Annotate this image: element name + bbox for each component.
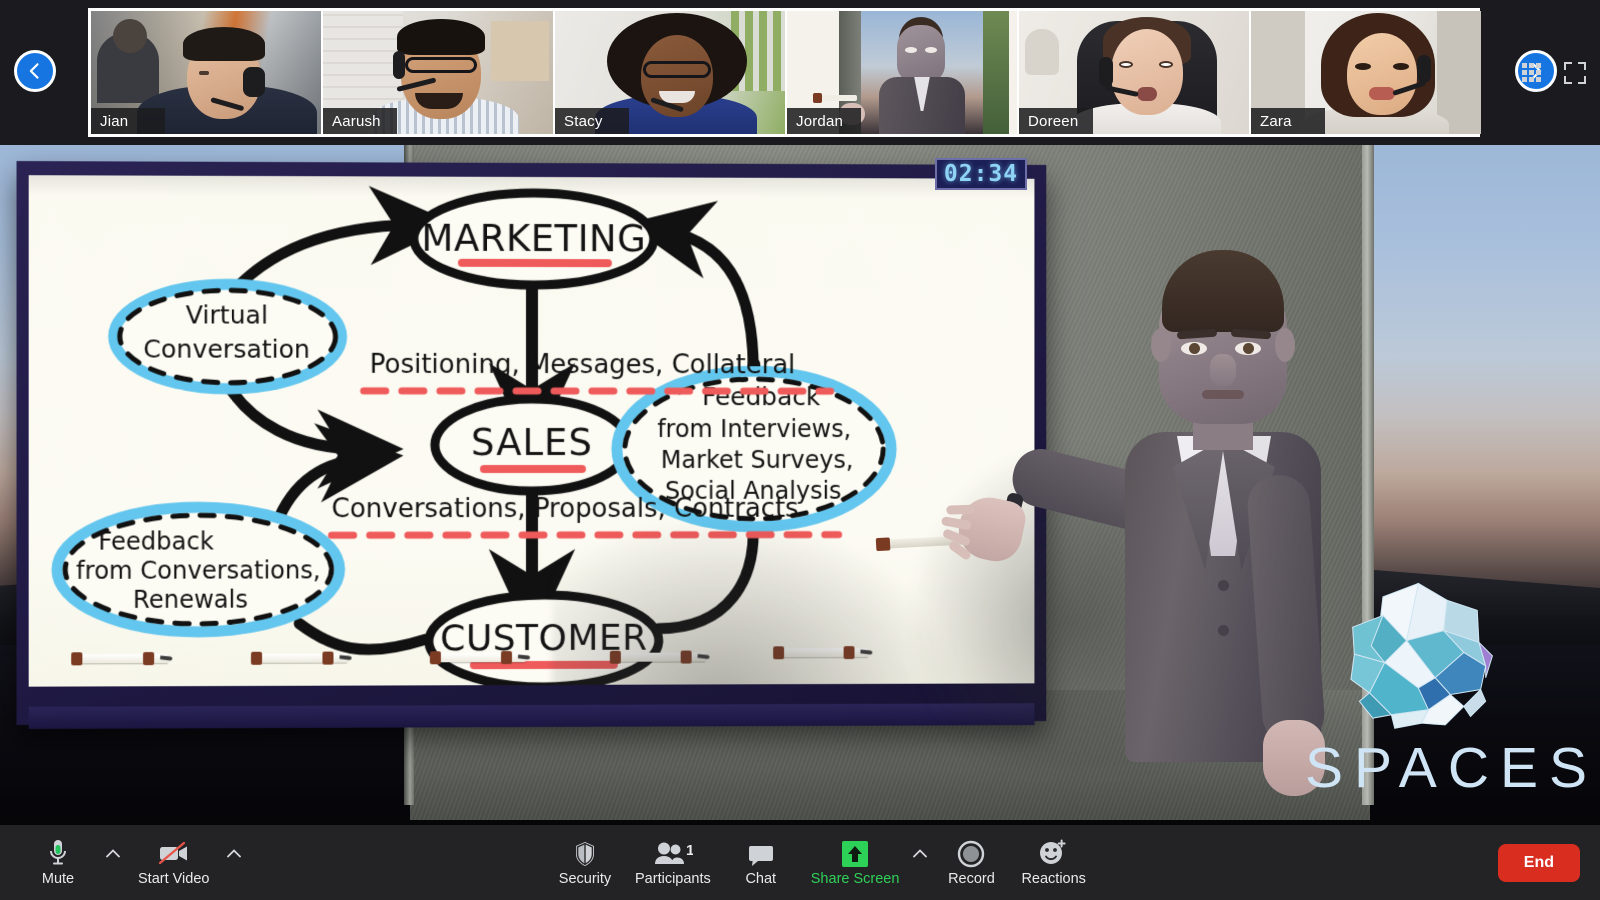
end-meeting-button[interactable]: End xyxy=(1497,843,1580,882)
edge-label-marketing-sales: Positioning, Messages, Collateral xyxy=(370,350,796,380)
participant-name: Zara xyxy=(1251,108,1325,134)
spaces-branding: SPACES xyxy=(1305,575,1595,825)
microphone-icon xyxy=(47,838,69,868)
chevron-left-icon xyxy=(29,63,39,79)
chevron-up-icon xyxy=(106,849,120,858)
shared-vr-stage: MARKETING SALES CUSTOMER Virtual Convers… xyxy=(0,145,1600,825)
filmstrip-view-controls xyxy=(1518,0,1588,145)
video-settings-caret[interactable] xyxy=(223,825,245,900)
record-circle-icon xyxy=(957,838,985,868)
start-video-label: Start Video xyxy=(138,871,210,888)
whiteboard-marker[interactable] xyxy=(71,652,173,666)
whiteboard-marker[interactable] xyxy=(429,651,531,665)
participant-tile-jordan[interactable]: Jordan xyxy=(787,11,1017,134)
whiteboard-ledge xyxy=(28,703,1035,729)
audio-settings-caret[interactable] xyxy=(102,825,124,900)
bubble-line-research-1: Feedback xyxy=(702,382,821,411)
whiteboard-marker[interactable] xyxy=(250,651,352,665)
participant-tile-stacy[interactable]: Stacy xyxy=(555,11,785,134)
mute-button[interactable]: Mute xyxy=(18,825,98,900)
toolbar-center-group: Security 1 Participants Chat Share Scree… xyxy=(545,825,1096,900)
record-label: Record xyxy=(948,871,995,888)
participant-filmstrip: Jian Aarush Stacy Jordan Doreen Zara xyxy=(0,0,1600,145)
session-timer: 02:34 xyxy=(935,158,1027,190)
participant-name: Jian xyxy=(91,108,165,134)
bubble-line-virtual-1: Virtual xyxy=(186,300,268,329)
participant-name: Aarush xyxy=(323,108,397,134)
record-button[interactable]: Record xyxy=(931,825,1011,900)
bubble-line-research-3: Market Surveys, xyxy=(661,446,854,474)
reactions-label: Reactions xyxy=(1021,871,1086,888)
people-icon: 1 xyxy=(653,838,693,868)
spaces-logo-icon xyxy=(1350,582,1493,729)
reactions-button[interactable]: Reactions xyxy=(1011,825,1095,900)
bubble-line-conv-2: from Conversations, xyxy=(76,556,320,584)
bubble-line-research-2: from Interviews, xyxy=(657,415,851,443)
share-options-caret[interactable] xyxy=(909,825,931,900)
smiley-plus-icon xyxy=(1038,838,1070,868)
bubble-line-virtual-2: Conversation xyxy=(143,335,310,364)
mute-label: Mute xyxy=(41,871,75,888)
share-up-arrow-icon xyxy=(841,838,869,868)
filmstrip-tiles: Jian Aarush Stacy Jordan Doreen Zara xyxy=(88,8,1481,137)
participant-name: Jordan xyxy=(787,108,861,134)
participant-tile-aarush[interactable]: Aarush xyxy=(323,11,553,134)
node-label-sales: SALES xyxy=(471,422,593,465)
toolbar-right-group: End xyxy=(1497,825,1580,900)
bubble-line-conv-3: Renewals xyxy=(133,586,248,614)
spaces-wordmark: SPACES xyxy=(1305,736,1599,800)
chat-bubble-icon xyxy=(748,838,774,868)
whiteboard-surface: MARKETING SALES CUSTOMER Virtual Convers… xyxy=(29,175,1035,686)
node-label-marketing: MARKETING xyxy=(421,217,646,260)
svg-text:1: 1 xyxy=(686,842,693,859)
fullscreen-button[interactable] xyxy=(1562,60,1588,86)
participant-tile-zara[interactable]: Zara xyxy=(1251,11,1481,134)
filmstrip-prev-button[interactable] xyxy=(14,50,56,92)
shield-icon xyxy=(573,838,597,868)
security-button[interactable]: Security xyxy=(545,825,625,900)
participant-name: Stacy xyxy=(555,108,629,134)
chat-label: Chat xyxy=(745,871,777,888)
toolbar-left-group: Mute Start Video xyxy=(18,825,245,900)
chevron-up-icon xyxy=(913,849,928,858)
grid-icon xyxy=(1521,63,1541,82)
video-off-icon xyxy=(157,838,191,868)
chevron-up-icon xyxy=(227,849,242,858)
participant-name: Doreen xyxy=(1019,108,1093,134)
share-screen-button[interactable]: Share Screen xyxy=(801,825,910,900)
zoom-meeting-window: Jian Aarush Stacy Jordan Doreen Zara MAR… xyxy=(0,0,1600,900)
expand-icon xyxy=(1564,61,1586,84)
participants-button[interactable]: 1 Participants xyxy=(625,825,721,900)
chat-button[interactable]: Chat xyxy=(721,825,801,900)
participant-tile-doreen[interactable]: Doreen xyxy=(1019,11,1249,134)
bubble-line-conv-1: Feedback xyxy=(98,527,213,555)
gallery-view-button[interactable] xyxy=(1518,60,1544,86)
participant-tile-jian[interactable]: Jian xyxy=(91,11,321,134)
share-screen-label: Share Screen xyxy=(810,871,900,888)
start-video-button[interactable]: Start Video xyxy=(128,825,219,900)
whiteboard[interactable]: MARKETING SALES CUSTOMER Virtual Convers… xyxy=(17,161,1047,725)
meeting-toolbar: Mute Start Video Security 1 Participants… xyxy=(0,825,1600,900)
security-label: Security xyxy=(558,871,612,888)
participants-label: Participants xyxy=(635,871,711,888)
